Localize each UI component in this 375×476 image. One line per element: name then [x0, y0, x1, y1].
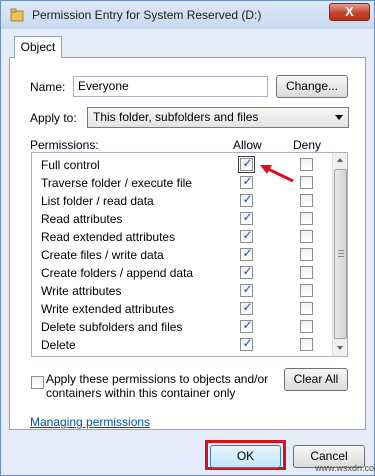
allow-header: Allow	[233, 138, 262, 152]
allow-checkbox[interactable]: ✓	[240, 210, 253, 225]
close-button[interactable]: X	[329, 3, 370, 21]
apply-to-label: Apply to:	[30, 111, 77, 125]
chevron-down-icon	[335, 115, 343, 120]
permission-name: Read extended attributes	[41, 230, 176, 244]
permission-name: Write attributes	[41, 284, 122, 298]
permission-row: Create folders / append data ✓	[32, 264, 332, 282]
allow-checkbox[interactable]: ✓	[240, 336, 253, 351]
deny-checkbox[interactable]	[300, 266, 313, 279]
checkmark-icon: ✓	[242, 282, 253, 296]
permission-name: Write extended attributes	[41, 302, 175, 316]
permission-row: Read attributes ✓	[32, 210, 332, 228]
permissions-list[interactable]: Full control ✓ Traverse folder / execute f…	[31, 152, 348, 357]
deny-checkbox[interactable]	[300, 248, 313, 261]
checkmark-icon: ✓	[242, 210, 253, 224]
permission-name: Create files / write data	[41, 248, 164, 262]
allow-checkbox[interactable]: ✓	[240, 174, 253, 189]
permission-row: Delete subfolders and files ✓	[32, 318, 332, 336]
checkmark-icon: ✓	[242, 246, 253, 260]
permission-row: Read extended attributes ✓	[32, 228, 332, 246]
permissions-label: Permissions:	[30, 138, 99, 152]
permission-entry-dialog: Permission Entry for System Reserved (D:…	[0, 0, 375, 476]
deny-checkbox[interactable]	[300, 302, 313, 315]
permission-name: Delete	[41, 338, 76, 352]
window-title: Permission Entry for System Reserved (D:…	[32, 8, 262, 22]
allow-checkbox[interactable]: ✓	[240, 228, 253, 243]
checkmark-icon: ✓	[242, 228, 253, 242]
permission-row: Create files / write data ✓	[32, 246, 332, 264]
checkmark-icon: ✓	[242, 336, 253, 350]
allow-checkbox[interactable]: ✓	[238, 156, 255, 173]
clear-all-button[interactable]: Clear All	[284, 368, 348, 391]
apply-inherit-label: Apply these permissions to objects and/o…	[46, 372, 269, 400]
permission-name: List folder / read data	[41, 194, 154, 208]
apply-inherit-checkbox[interactable]	[31, 376, 44, 389]
allow-checkbox[interactable]: ✓	[240, 192, 253, 207]
tab-object[interactable]: Object	[14, 36, 62, 58]
folder-icon	[10, 8, 24, 22]
deny-checkbox[interactable]	[300, 194, 313, 207]
deny-checkbox[interactable]	[300, 284, 313, 297]
deny-checkbox[interactable]	[300, 230, 313, 243]
permission-row: List folder / read data ✓	[32, 192, 332, 210]
name-label: Name:	[30, 80, 66, 94]
allow-checkbox[interactable]: ✓	[240, 318, 253, 333]
permission-name: Full control	[41, 158, 100, 172]
permission-name: Create folders / append data	[41, 266, 194, 280]
permission-name: Read attributes	[41, 212, 123, 226]
deny-checkbox[interactable]	[300, 176, 313, 189]
permission-row: Delete ✓	[32, 336, 332, 354]
checkmark-icon: ✓	[242, 174, 253, 188]
change-button[interactable]: Change...	[276, 75, 348, 98]
allow-checkbox[interactable]: ✓	[240, 300, 253, 315]
scroll-down-icon[interactable]	[333, 341, 347, 356]
allow-checkbox[interactable]: ✓	[240, 264, 253, 279]
checkmark-icon: ✓	[242, 318, 253, 332]
scroll-thumb[interactable]	[334, 169, 347, 339]
permission-name: Traverse folder / execute file	[41, 176, 192, 190]
watermark-text: www.wsxdn.com	[315, 463, 375, 473]
managing-permissions-link[interactable]: Managing permissions	[30, 415, 150, 429]
permission-name: Delete subfolders and files	[41, 320, 183, 334]
apply-to-select[interactable]: This folder, subfolders and files	[87, 107, 349, 128]
deny-checkbox[interactable]	[300, 320, 313, 333]
name-field[interactable]: Everyone	[73, 76, 268, 97]
deny-header: Deny	[293, 138, 322, 152]
checkmark-icon: ✓	[242, 156, 253, 170]
allow-checkbox[interactable]: ✓	[240, 282, 253, 297]
checkmark-icon: ✓	[242, 300, 253, 314]
red-arrow-annotation	[260, 165, 294, 183]
title-bar[interactable]: Permission Entry for System Reserved (D:…	[1, 1, 374, 29]
permission-row: Write extended attributes ✓	[32, 300, 332, 318]
scroll-up-icon[interactable]	[333, 153, 347, 168]
deny-checkbox[interactable]	[300, 212, 313, 225]
deny-checkbox[interactable]	[300, 338, 313, 351]
checkmark-icon: ✓	[242, 264, 253, 278]
checkmark-icon: ✓	[242, 192, 253, 206]
deny-checkbox[interactable]	[300, 158, 313, 171]
permissions-scrollbar[interactable]	[332, 153, 347, 356]
allow-checkbox[interactable]: ✓	[240, 246, 253, 261]
permission-row: Write attributes ✓	[32, 282, 332, 300]
apply-to-value: This folder, subfolders and files	[93, 110, 259, 124]
ok-button[interactable]: OK	[210, 445, 281, 468]
